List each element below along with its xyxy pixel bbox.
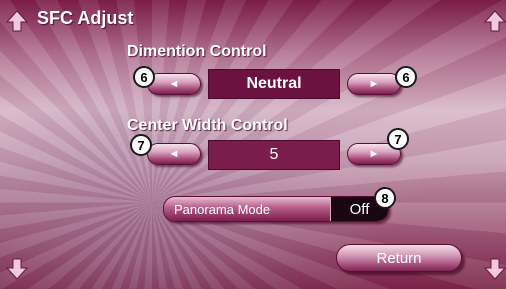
right-arrow-icon: ► <box>368 148 380 160</box>
down-arrow-icon[interactable] <box>484 258 506 280</box>
callout-badge: 6 <box>395 66 417 88</box>
dimention-control-label: Dimention Control <box>127 43 267 60</box>
right-arrow-icon: ► <box>368 78 380 90</box>
up-arrow-icon[interactable] <box>484 10 506 32</box>
center-width-control-label: Center Width Control <box>127 117 288 134</box>
callout-badge: 8 <box>374 187 396 209</box>
center-width-decrease-button[interactable]: ◄ <box>147 143 201 165</box>
callout-badge: 6 <box>133 66 155 88</box>
dimention-decrease-button[interactable]: ◄ <box>147 73 201 95</box>
callout-badge: 7 <box>387 128 409 150</box>
left-arrow-icon: ◄ <box>168 148 180 160</box>
return-button[interactable]: Return <box>336 244 462 272</box>
up-arrow-icon[interactable] <box>6 10 28 32</box>
callout-badge: 7 <box>130 134 152 156</box>
center-width-value: 5 <box>208 140 340 170</box>
panorama-mode-button[interactable]: Panorama Mode Off <box>163 196 389 222</box>
dimention-value: Neutral <box>208 69 340 99</box>
dimention-increase-button[interactable]: ► <box>347 73 401 95</box>
sfc-adjust-screen: SFC Adjust Dimention Control ◄ 6 Neutral… <box>0 0 506 289</box>
down-arrow-icon[interactable] <box>6 258 28 280</box>
panorama-mode-label: Panorama Mode <box>164 197 330 221</box>
left-arrow-icon: ◄ <box>168 78 180 90</box>
page-title: SFC Adjust <box>37 8 134 28</box>
